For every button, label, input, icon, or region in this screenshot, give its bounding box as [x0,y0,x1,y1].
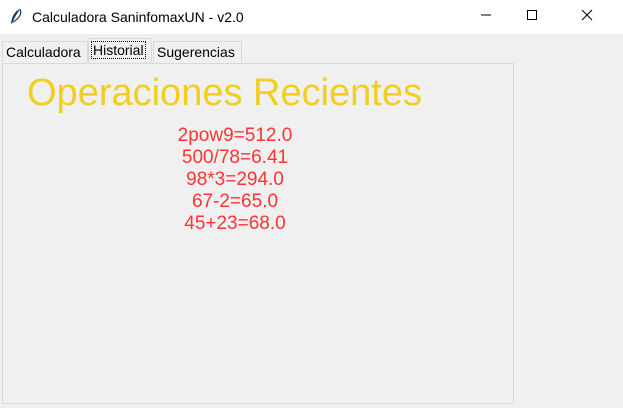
tab-historial[interactable]: Historial [88,38,152,63]
operation-item: 500/78=6.41 [181,147,289,168]
panel-heading: Operaciones Recientes [27,72,422,114]
operation-item: 2pow9=512.0 [177,125,293,146]
operation-item: 45+23=68.0 [184,213,286,234]
tab-label: Calculadora [6,44,81,60]
close-button[interactable] [564,0,610,34]
operation-item: 67-2=65.0 [191,191,279,212]
feather-icon [8,8,24,26]
maximize-icon [526,8,538,26]
tab-label: Historial [91,41,146,59]
close-icon [581,8,593,26]
tab-calculadora[interactable]: Calculadora [2,41,88,62]
title-bar: Calculadora SaninfomaxUN - v2.0 [0,0,623,34]
tab-sugerencias[interactable]: Sugerencias [153,41,242,62]
window-title: Calculadora SaninfomaxUN - v2.0 [32,9,244,25]
operation-item: 98*3=294.0 [186,169,284,190]
tab-label: Sugerencias [157,44,235,60]
historial-panel: Operaciones Recientes 2pow9=512.0 500/78… [2,63,514,404]
minimize-icon [480,8,492,26]
operations-list: 2pow9=512.0 500/78=6.41 98*3=294.0 67-2=… [135,125,335,235]
maximize-button[interactable] [509,0,555,34]
minimize-button[interactable] [463,0,509,34]
